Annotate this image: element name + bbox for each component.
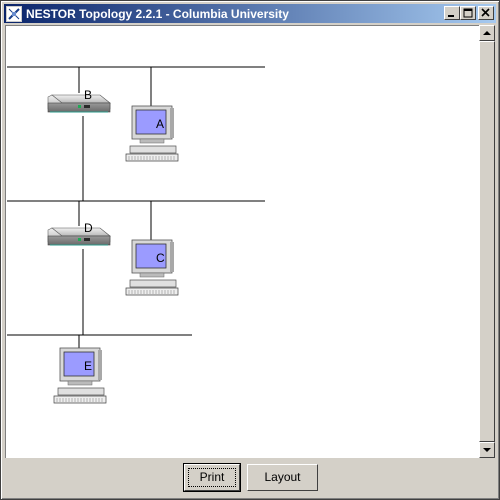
title-bar[interactable]: NESTOR Topology 2.2.1 - Columbia Univers…	[4, 4, 496, 23]
nestor-app-icon[interactable]	[6, 5, 22, 22]
router-label-b: B	[84, 88, 92, 102]
layout-button-label: Layout	[264, 470, 301, 484]
router-label-d: D	[84, 221, 93, 235]
workstation-node-a[interactable]: A	[125, 105, 179, 162]
layout-button[interactable]: Layout	[247, 464, 318, 491]
scroll-down-icon[interactable]	[479, 442, 495, 458]
scrollbar-thumb[interactable]	[479, 41, 495, 442]
button-bar: Print Layout	[1, 459, 499, 499]
topology-canvas[interactable]: B A D C E	[5, 25, 479, 458]
app-window: NESTOR Topology 2.2.1 - Columbia Univers…	[0, 0, 500, 500]
scroll-up-icon[interactable]	[479, 25, 495, 41]
vertical-scrollbar[interactable]	[479, 25, 495, 458]
workstation-label-a: A	[156, 117, 164, 131]
workstation-label-c: C	[156, 251, 165, 265]
window-title: NESTOR Topology 2.2.1 - Columbia Univers…	[26, 6, 289, 21]
workstation-node-e[interactable]: E	[53, 347, 107, 404]
close-icon[interactable]	[478, 6, 494, 20]
print-button[interactable]: Print	[183, 463, 241, 492]
workstation-node-c[interactable]: C	[125, 239, 179, 296]
focus-ring	[188, 468, 236, 487]
maximize-icon[interactable]	[460, 6, 476, 20]
workstation-label-e: E	[84, 359, 92, 373]
minimize-icon[interactable]	[444, 6, 460, 20]
